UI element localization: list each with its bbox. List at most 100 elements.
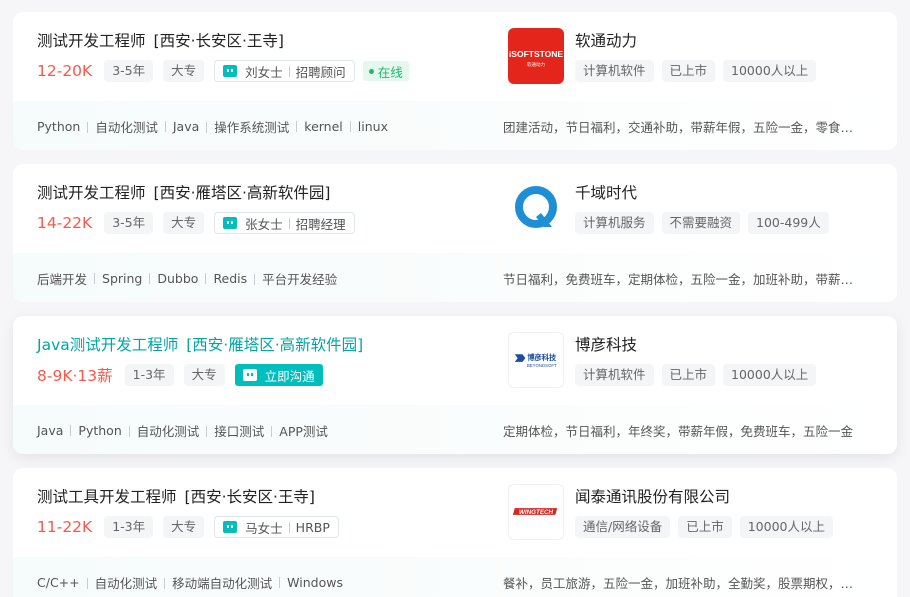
recruiter-name: 张女士 xyxy=(245,216,283,232)
job-card-footer: 后端开发 Spring Dubbo Redis 平台开发经验 节日福利，免费班车… xyxy=(13,253,897,302)
job-info-row: 11-22K 1-3年 大专 马女士 HRBP xyxy=(37,516,347,538)
company-benefits: 团建活动，节日福利，交通补助，带薪年假，五险一金，零食下午茶，定期体检 xyxy=(503,120,859,135)
company-stage-tag: 已上市 xyxy=(661,364,716,386)
job-name[interactable]: 测试开发工程师 xyxy=(37,32,146,50)
company-tags: 计算机软件 已上市 10000人以上 xyxy=(575,364,824,386)
recruiter-name: 刘女士 xyxy=(245,64,283,80)
divider xyxy=(288,65,290,77)
salary: 14-22K xyxy=(37,214,93,232)
chat-now-button[interactable]: 立即沟通 xyxy=(234,364,323,386)
salary: 8-9K·13薪 xyxy=(37,367,113,385)
skill-tag: 接口测试 xyxy=(199,421,264,440)
skill-tag: 操作系统测试 xyxy=(199,117,289,136)
recruiter-info[interactable]: 刘女士 招聘顾问 xyxy=(214,60,355,82)
skill-tag: Java xyxy=(37,423,64,438)
logo-text: iSOFTSTONE xyxy=(509,49,563,59)
job-title[interactable]: 测试开发工程师 [西安·雁塔区·高新软件园] xyxy=(37,181,330,203)
education-tag: 大专 xyxy=(163,212,205,234)
skill-tag: Dubbo xyxy=(142,271,198,286)
skill-tag: C/C++ xyxy=(37,575,80,590)
experience-tag: 1-3年 xyxy=(124,364,174,386)
experience-tag: 3-5年 xyxy=(104,60,154,82)
job-name[interactable]: 测试工具开发工程师 xyxy=(37,488,177,506)
company-stage-tag: 已上市 xyxy=(678,516,732,538)
skill-tag: Windows xyxy=(272,575,343,590)
recruiter-role: 招聘经理 xyxy=(295,216,346,232)
skill-tag: 平台开发经验 xyxy=(247,269,337,288)
skill-tag: kernel xyxy=(289,119,343,134)
job-info-row: 12-20K 3-5年 大专 刘女士 招聘顾问 在线 xyxy=(37,60,409,82)
job-card-header[interactable]: 测试开发工程师 [西安·长安区·王寺] 12-20K 3-5年 大专 刘女士 招聘… xyxy=(13,12,897,101)
salary: 12-20K xyxy=(37,62,93,80)
job-card-footer: Java Python 自动化测试 接口测试 APP测试 定期体检，节日福利，年… xyxy=(13,405,897,454)
skill-tags: 后端开发 Spring Dubbo Redis 平台开发经验 xyxy=(37,269,337,288)
recruiter-info[interactable]: 张女士 招聘经理 xyxy=(214,212,355,234)
education-tag: 大专 xyxy=(163,516,205,538)
company-logo[interactable]: 博彦科技 BEYONDSOFT xyxy=(508,332,564,388)
job-title[interactable]: Java测试开发工程师 [西安·雁塔区·高新软件园] xyxy=(37,333,363,355)
company-stage-tag: 不需要融资 xyxy=(661,212,741,234)
beyondsoft-logo-icon: 博彦科技 BEYONDSOFT xyxy=(509,333,563,387)
job-area: [西安·雁塔区·高新软件园] xyxy=(186,336,364,354)
job-area: [西安·长安区·王寺] xyxy=(184,488,315,506)
skill-tag: APP测试 xyxy=(264,421,328,440)
company-industry-tag: 计算机软件 xyxy=(575,60,654,82)
company-logo[interactable] xyxy=(508,180,564,236)
skill-tag: Python xyxy=(63,423,121,438)
salary: 11-22K xyxy=(37,518,93,536)
divider xyxy=(288,521,290,533)
job-info-row: 14-22K 3-5年 大专 张女士 招聘经理 xyxy=(37,212,363,234)
company-size-tag: 10000人以上 xyxy=(723,364,817,386)
job-info-row: 8-9K·13薪 1-3年 大专 立即沟通 xyxy=(37,364,323,386)
company-name[interactable]: 千域时代 xyxy=(575,181,637,203)
skill-tags: Python 自动化测试 Java 操作系统测试 kernel linux xyxy=(37,117,388,136)
job-card-header[interactable]: Java测试开发工程师 [西安·雁塔区·高新软件园] 8-9K·13薪 1-3年 … xyxy=(13,316,897,405)
job-card[interactable]: 测试开发工程师 [西安·长安区·王寺] 12-20K 3-5年 大专 刘女士 招聘… xyxy=(13,12,897,150)
skill-tag: 自动化测试 xyxy=(122,421,200,440)
company-size-tag: 10000人以上 xyxy=(723,60,817,82)
job-name[interactable]: 测试开发工程师 xyxy=(37,184,146,202)
skill-tag: Java xyxy=(158,119,199,134)
wingtech-logo-icon: WINGTECH xyxy=(509,485,563,539)
skill-tags: C/C++ 自动化测试 移动端自动化测试 Windows xyxy=(37,573,343,592)
job-card-footer: Python 自动化测试 Java 操作系统测试 kernel linux 团建… xyxy=(13,101,897,150)
company-stage-tag: 已上市 xyxy=(661,60,716,82)
experience-tag: 3-5年 xyxy=(104,212,154,234)
company-benefits: 餐补，员工旅游，五险一金，加班补助，全勤奖，股票期权，定期体检 xyxy=(503,576,859,591)
education-tag: 大专 xyxy=(183,364,225,386)
job-card-header[interactable]: 测试工具开发工程师 [西安·长安区·王寺] 11-22K 1-3年 大专 马女士 … xyxy=(13,468,897,557)
skill-tag: 自动化测试 xyxy=(80,573,158,592)
job-card-footer: C/C++ 自动化测试 移动端自动化测试 Windows 餐补，员工旅游，五险一… xyxy=(13,557,897,597)
company-tags: 计算机服务 不需要融资 100-499人 xyxy=(575,212,837,234)
company-logo[interactable]: WINGTECH xyxy=(508,484,564,540)
skill-tag: 移动端自动化测试 xyxy=(157,573,272,592)
recruiter-name: 马女士 xyxy=(245,520,283,536)
logo-text: 博彦科技 xyxy=(527,353,557,362)
chat-icon xyxy=(223,217,238,229)
job-list: 测试开发工程师 [西安·长安区·王寺] 12-20K 3-5年 大专 刘女士 招聘… xyxy=(0,0,910,597)
chat-now-label: 立即沟通 xyxy=(264,368,315,384)
recruiter-info[interactable]: 马女士 HRBP xyxy=(214,516,339,538)
skill-tag: Redis xyxy=(198,271,247,286)
company-benefits: 定期体检，节日福利，年终奖，带薪年假，免费班车，五险一金 xyxy=(503,424,854,439)
skill-tags: Java Python 自动化测试 接口测试 APP测试 xyxy=(37,421,328,440)
job-card[interactable]: 测试开发工程师 [西安·雁塔区·高新软件园] 14-22K 3-5年 大专 张女士… xyxy=(13,164,897,302)
skill-tag: Spring xyxy=(87,271,142,286)
job-card[interactable]: Java测试开发工程师 [西安·雁塔区·高新软件园] 8-9K·13薪 1-3年 … xyxy=(13,316,897,454)
job-title[interactable]: 测试工具开发工程师 [西安·长安区·王寺] xyxy=(37,485,315,507)
online-dot-icon xyxy=(368,68,374,74)
company-name[interactable]: 软通动力 xyxy=(575,29,637,51)
job-card[interactable]: 测试工具开发工程师 [西安·长安区·王寺] 11-22K 1-3年 大专 马女士 … xyxy=(13,468,897,597)
skill-tag: 后端开发 xyxy=(37,272,88,287)
company-name[interactable]: 博彦科技 xyxy=(575,333,637,355)
recruiter-role: HRBP xyxy=(295,519,330,535)
company-name[interactable]: 闻泰通讯股份有限公司 xyxy=(575,485,730,507)
skill-tag: 自动化测试 xyxy=(80,117,158,136)
company-logo[interactable]: iSOFTSTONE 软通动力 xyxy=(508,28,564,84)
job-card-header[interactable]: 测试开发工程师 [西安·雁塔区·高新软件园] 14-22K 3-5年 大专 张女士… xyxy=(13,164,897,253)
company-size-tag: 10000人以上 xyxy=(739,516,833,538)
job-title[interactable]: 测试开发工程师 [西安·长安区·王寺] xyxy=(37,29,284,51)
online-status-label: 在线 xyxy=(377,64,403,80)
job-name[interactable]: Java测试开发工程师 xyxy=(37,336,178,354)
softstone-logo-icon: iSOFTSTONE 软通动力 xyxy=(508,28,564,84)
